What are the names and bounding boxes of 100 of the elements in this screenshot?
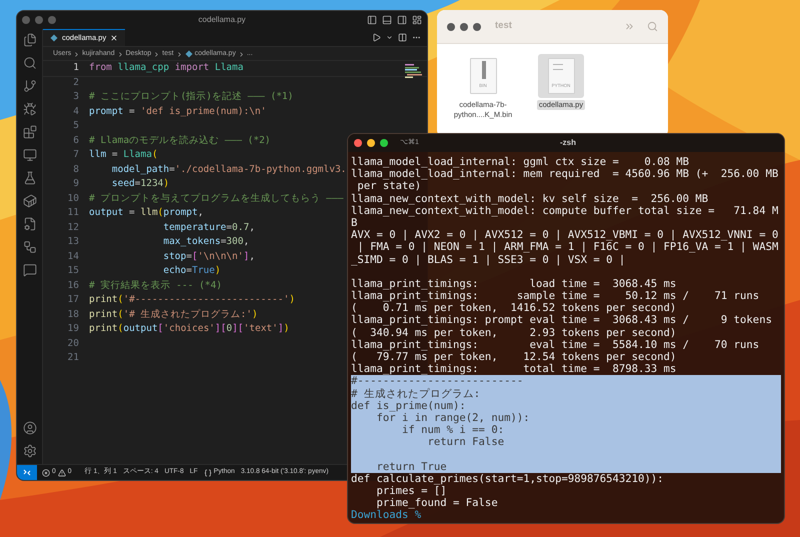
terminal-line: llama_model_load_internal: mem required = 4560.96 MB (+ 256.00 MB (351, 168, 780, 180)
braces-icon (204, 468, 212, 476)
terminal-line: ( 79.77 ms per token, 12.54 tokens per second) (351, 351, 678, 364)
terminal-line: llama_model_load_internal: ggml ctx size = 0.08 MB (351, 156, 690, 168)
code-line: seed=1234) (110, 177, 170, 192)
terminal-line: llama_print_timings: total time = 8798.33 ms (351, 363, 678, 376)
window-title: test (495, 19, 512, 34)
warning-icon (58, 468, 66, 476)
line-number: 1 (72, 61, 79, 76)
zoom-window-button[interactable] (473, 22, 481, 30)
terminal-line: prime_found = False (376, 497, 499, 510)
close-icon[interactable] (110, 34, 118, 42)
python-file-icon (50, 34, 58, 42)
run-debug-icon[interactable] (22, 102, 36, 116)
toggle-panel-icon[interactable] (382, 15, 392, 25)
line-number: 4 (72, 104, 79, 119)
minimize-window-button[interactable] (460, 22, 468, 30)
line-number: 9 (72, 177, 79, 192)
file-gear-icon[interactable] (22, 217, 36, 231)
line-number: 11 (66, 206, 79, 220)
code-line: from llama_cpp import Llama (89, 61, 244, 76)
line-number: 10 (66, 192, 79, 206)
chevron-right-icon (176, 50, 183, 58)
line-number: 12 (66, 220, 79, 235)
close-window-button[interactable] (447, 22, 455, 30)
settings-icon[interactable] (22, 444, 36, 458)
search-icon[interactable] (22, 56, 36, 70)
code-line: max_tokens=300, (162, 235, 250, 250)
terminal-line: _SIMD = 0 | BLAS = 1 | SSE3 = 0 | VSX = 0 | (351, 254, 626, 266)
code-line: stop=['\n\n\n'], (162, 250, 255, 264)
code-line: print(output['choices'][0]['text']) (89, 322, 290, 336)
line-number: 5 (72, 119, 79, 134)
terminal-line: AVX = 0 | AVX2 = 0 | AVX512 = 0 | AVX512_VBMI = 0 | AVX512_VNNI = 0 (351, 229, 780, 242)
line-number: 7 (72, 148, 79, 162)
run-icon[interactable] (372, 33, 381, 42)
files-icon[interactable] (22, 33, 36, 47)
terminal-line: B (351, 216, 358, 230)
chat-icon[interactable] (22, 263, 36, 277)
toggle-secondary-sidebar-icon[interactable] (397, 15, 407, 25)
terminal-line: ( 340.94 ms per token, 2.93 tokens per second) (351, 326, 678, 339)
code-line: output = llm(prompt, (89, 206, 204, 220)
workflow-icon[interactable] (22, 240, 36, 254)
container-icon[interactable] (22, 194, 36, 208)
branch-icon[interactable] (22, 79, 36, 93)
line-number: 17 (66, 293, 79, 308)
account-icon[interactable] (22, 421, 36, 435)
chevron-right-icon (153, 50, 160, 58)
code-line: model_path='./codellama-7b-python.ggmlv3. (110, 162, 346, 177)
close-window-button[interactable] (22, 16, 30, 24)
remote-icon (23, 469, 31, 476)
line-number: 21 (66, 351, 79, 366)
line-number: 3 (72, 90, 79, 104)
code-line: llm = Llama( (89, 148, 158, 162)
remote-button[interactable] (17, 465, 37, 480)
line-number: 14 (66, 250, 79, 264)
line-number: 20 (66, 336, 79, 351)
code-line: prompt = 'def is_prime(num):\n' (89, 104, 266, 119)
close-window-button[interactable] (354, 139, 362, 147)
line-number: 18 (66, 308, 79, 322)
terminal-line: llama_print_timings: sample time = 50.12 ms / 71 runs (351, 290, 760, 302)
code-line: # Llamaのモデルを読み込む ――― (*2) (89, 134, 271, 148)
line-number: 16 (66, 278, 79, 293)
toggle-sidebar-icon[interactable] (367, 15, 377, 25)
code-line: # ここにプロンプト(指示)を記述 ――― (*1) (89, 90, 294, 104)
chevron-down-icon[interactable] (386, 34, 393, 41)
zoom-window-button[interactable] (380, 139, 388, 147)
terminal-line: llama_new_context_with_model: compute buffer total size = 71.84 M (351, 204, 780, 217)
extensions-icon[interactable] (22, 125, 36, 139)
code-line: print('# 生成されたプログラム:') (89, 308, 258, 322)
terminal-line: llama_print_timings: eval time = 5584.10 ms / 70 runs (351, 338, 760, 351)
code-line: print('#--------------------------') (89, 293, 295, 308)
line-number: 8 (72, 162, 79, 177)
line-number: 6 (72, 134, 79, 148)
minimize-window-button[interactable] (367, 139, 375, 147)
terminal-line: llama_new_context_with_model: kv self size = 256.00 MB (351, 192, 710, 205)
terminal-line: per state) (356, 180, 422, 193)
code-line: # プロンプトを与えてプログラムを生成してもらう ――― (89, 192, 344, 206)
chevron-right-icon (73, 50, 80, 58)
flask-icon[interactable] (22, 171, 36, 185)
split-editor-icon[interactable] (398, 33, 407, 42)
window-title: -zsh (559, 137, 577, 149)
window-title: codellama.py (197, 14, 247, 26)
line-number: 15 (66, 264, 79, 278)
terminal-line: llama_print_timings: load time = 3068.45 ms (351, 278, 678, 290)
chevron-right-icon (116, 50, 124, 58)
python-file-icon (184, 50, 193, 58)
terminal-line: ( 0.71 ms per token, 1416.52 tokens per second) (351, 302, 678, 314)
code-line: # 実行結果を表示 --- (*4) (89, 278, 222, 293)
line-number: 19 (66, 322, 79, 336)
layout-icon[interactable] (412, 15, 422, 25)
monitor-icon[interactable] (22, 148, 36, 162)
line-number: 13 (66, 235, 79, 250)
code-line: temperature=0.7, (162, 220, 255, 235)
terminal-line: def calculate_primes(start=1,stop=989876543210)): (351, 472, 665, 486)
error-icon (42, 468, 50, 476)
minimap (405, 64, 423, 78)
shell-prompt: Downloads % (351, 509, 422, 522)
terminal-line: | FMA = 0 | NEON = 1 | ARM_FMA = 1 | F16C = 0 | FP16_VA = 1 | WASM (356, 241, 780, 254)
terminal-line: primes = [] (376, 485, 448, 498)
terminal-line: llama_print_timings: prompt eval time = 3068.43 ms / 9 tokens (351, 314, 773, 327)
